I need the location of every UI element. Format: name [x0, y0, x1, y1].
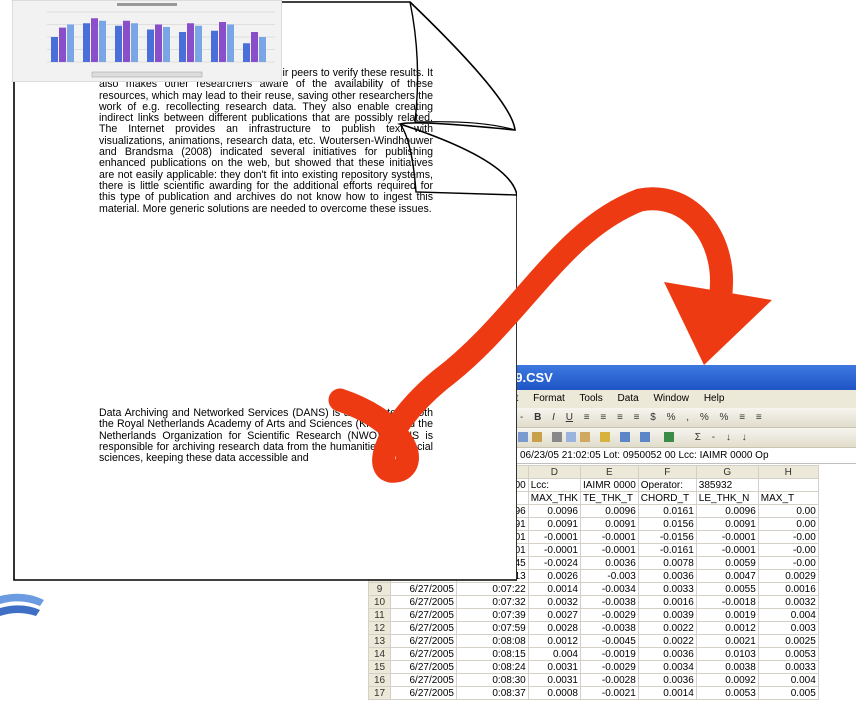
curved-arrow-icon [328, 187, 772, 483]
